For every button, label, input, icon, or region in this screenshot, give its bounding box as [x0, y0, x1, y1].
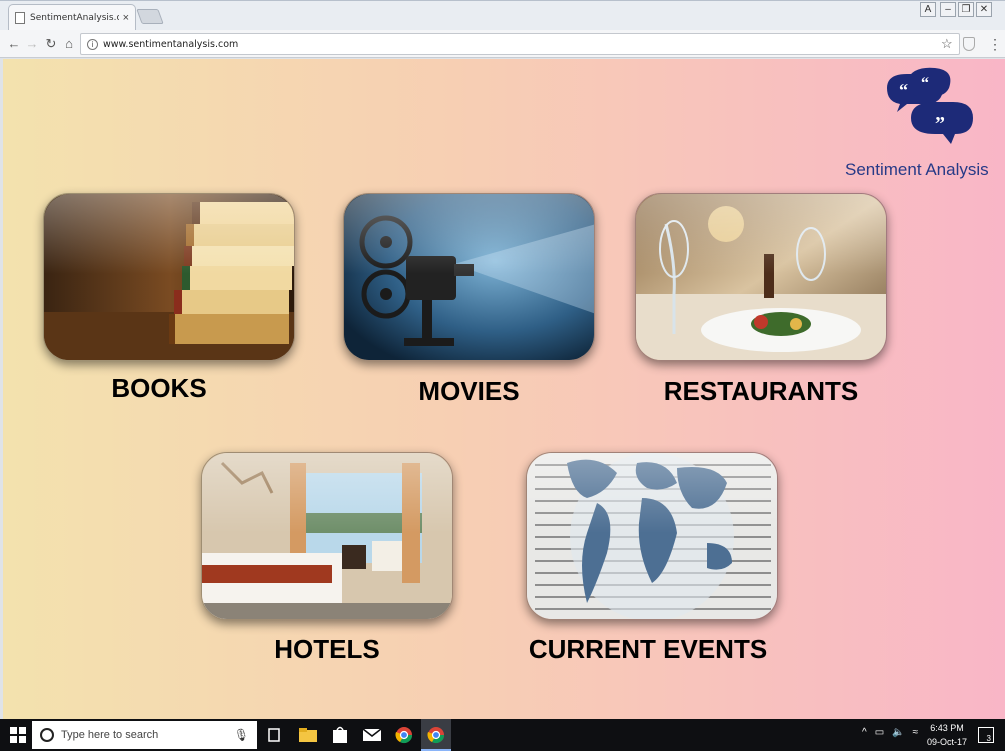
books-card[interactable]: [43, 193, 295, 361]
svg-text:“: “: [899, 80, 908, 100]
reload-icon[interactable]: ↻: [43, 35, 59, 53]
window-controls: – ❐ ✕: [940, 2, 992, 17]
store-icon[interactable]: [328, 723, 352, 747]
tab-close-icon[interactable]: ×: [123, 12, 129, 24]
taskbar-clock[interactable]: 6:43 PM 09-Oct-17: [924, 721, 970, 749]
mail-icon[interactable]: [360, 723, 384, 747]
brand-name: Sentiment Analysis: [845, 160, 989, 179]
movies-card[interactable]: [343, 193, 595, 361]
notification-center-icon[interactable]: 3: [978, 727, 994, 743]
bookmark-star-icon[interactable]: ☆: [941, 36, 959, 52]
address-bar[interactable]: i www.sentimentanalysis.com ☆: [80, 33, 960, 55]
show-hidden-icons-icon[interactable]: ^: [862, 727, 867, 738]
svg-text:”: ”: [935, 113, 945, 135]
books-image: [44, 194, 294, 360]
restaurants-card[interactable]: [635, 193, 887, 361]
close-window-icon[interactable]: ✕: [976, 2, 992, 17]
page-content: “ “ ” Sentiment Analysis BOOKS MOVIES RE…: [3, 59, 1005, 719]
wifi-icon[interactable]: ≈: [913, 727, 919, 738]
battery-icon[interactable]: ▭: [875, 727, 884, 738]
category-label-current-events[interactable]: CURRENT EVENTS: [498, 634, 798, 665]
brand-logo[interactable]: “ “ ” Sentiment Analysis: [843, 64, 1003, 182]
browser-tab[interactable]: SentimentAnalysis.com i ×: [8, 4, 136, 30]
url-text[interactable]: www.sentimentanalysis.com: [103, 39, 941, 50]
microphone-icon[interactable]: 🎙: [234, 728, 249, 742]
category-label-hotels[interactable]: HOTELS: [211, 634, 443, 665]
browser-tab-bar: SentimentAnalysis.com i × A – ❐ ✕: [0, 0, 1005, 30]
restore-icon[interactable]: ❐: [958, 2, 974, 17]
cortana-icon[interactable]: [40, 728, 54, 742]
new-tab-button[interactable]: [136, 9, 164, 24]
browser-menu-icon[interactable]: ⋮: [988, 37, 1002, 51]
extension-shield-icon[interactable]: [963, 37, 975, 51]
volume-icon[interactable]: 🔈: [892, 727, 904, 738]
windows-taskbar: Type here to search 🎙 ^ ▭ 🔈 ≈ 6:43 PM 09…: [0, 719, 1005, 751]
chrome-icon[interactable]: [392, 723, 416, 747]
page-icon: [15, 11, 25, 24]
category-label-restaurants[interactable]: RESTAURANTS: [645, 376, 877, 407]
svg-text:“: “: [921, 75, 929, 92]
minimize-icon[interactable]: –: [940, 2, 956, 17]
clock-time: 6:43 PM: [930, 723, 964, 733]
projector-image: [344, 194, 594, 360]
category-label-movies[interactable]: MOVIES: [353, 376, 585, 407]
home-icon[interactable]: ⌂: [61, 35, 77, 53]
taskbar-search[interactable]: Type here to search 🎙: [32, 721, 257, 749]
chrome-active-icon[interactable]: [424, 723, 448, 747]
profile-icon[interactable]: A: [920, 2, 936, 17]
search-placeholder[interactable]: Type here to search: [61, 729, 234, 741]
hotel-room-image: [202, 453, 452, 619]
category-label-books[interactable]: BOOKS: [43, 373, 275, 404]
task-view-icon[interactable]: [262, 723, 286, 747]
speech-bubbles-icon: “ “ ”: [887, 67, 973, 144]
profile-button[interactable]: A: [920, 2, 936, 17]
windows-start-icon[interactable]: [10, 727, 26, 743]
restaurant-image: [636, 194, 886, 360]
browser-toolbar: ← → ↻ ⌂ i www.sentimentanalysis.com ☆ ⋮: [0, 30, 1005, 58]
site-info-icon[interactable]: i: [87, 38, 98, 50]
system-tray: ^ ▭ 🔈 ≈: [862, 727, 918, 738]
hotels-card[interactable]: [201, 452, 453, 620]
back-icon[interactable]: ←: [6, 35, 22, 53]
clock-date: 09-Oct-17: [926, 737, 968, 747]
current-events-card[interactable]: [526, 452, 778, 620]
forward-icon[interactable]: →: [24, 35, 40, 53]
tab-title: SentimentAnalysis.com i: [30, 12, 119, 23]
file-explorer-icon[interactable]: [296, 723, 320, 747]
world-news-image: [527, 453, 777, 619]
